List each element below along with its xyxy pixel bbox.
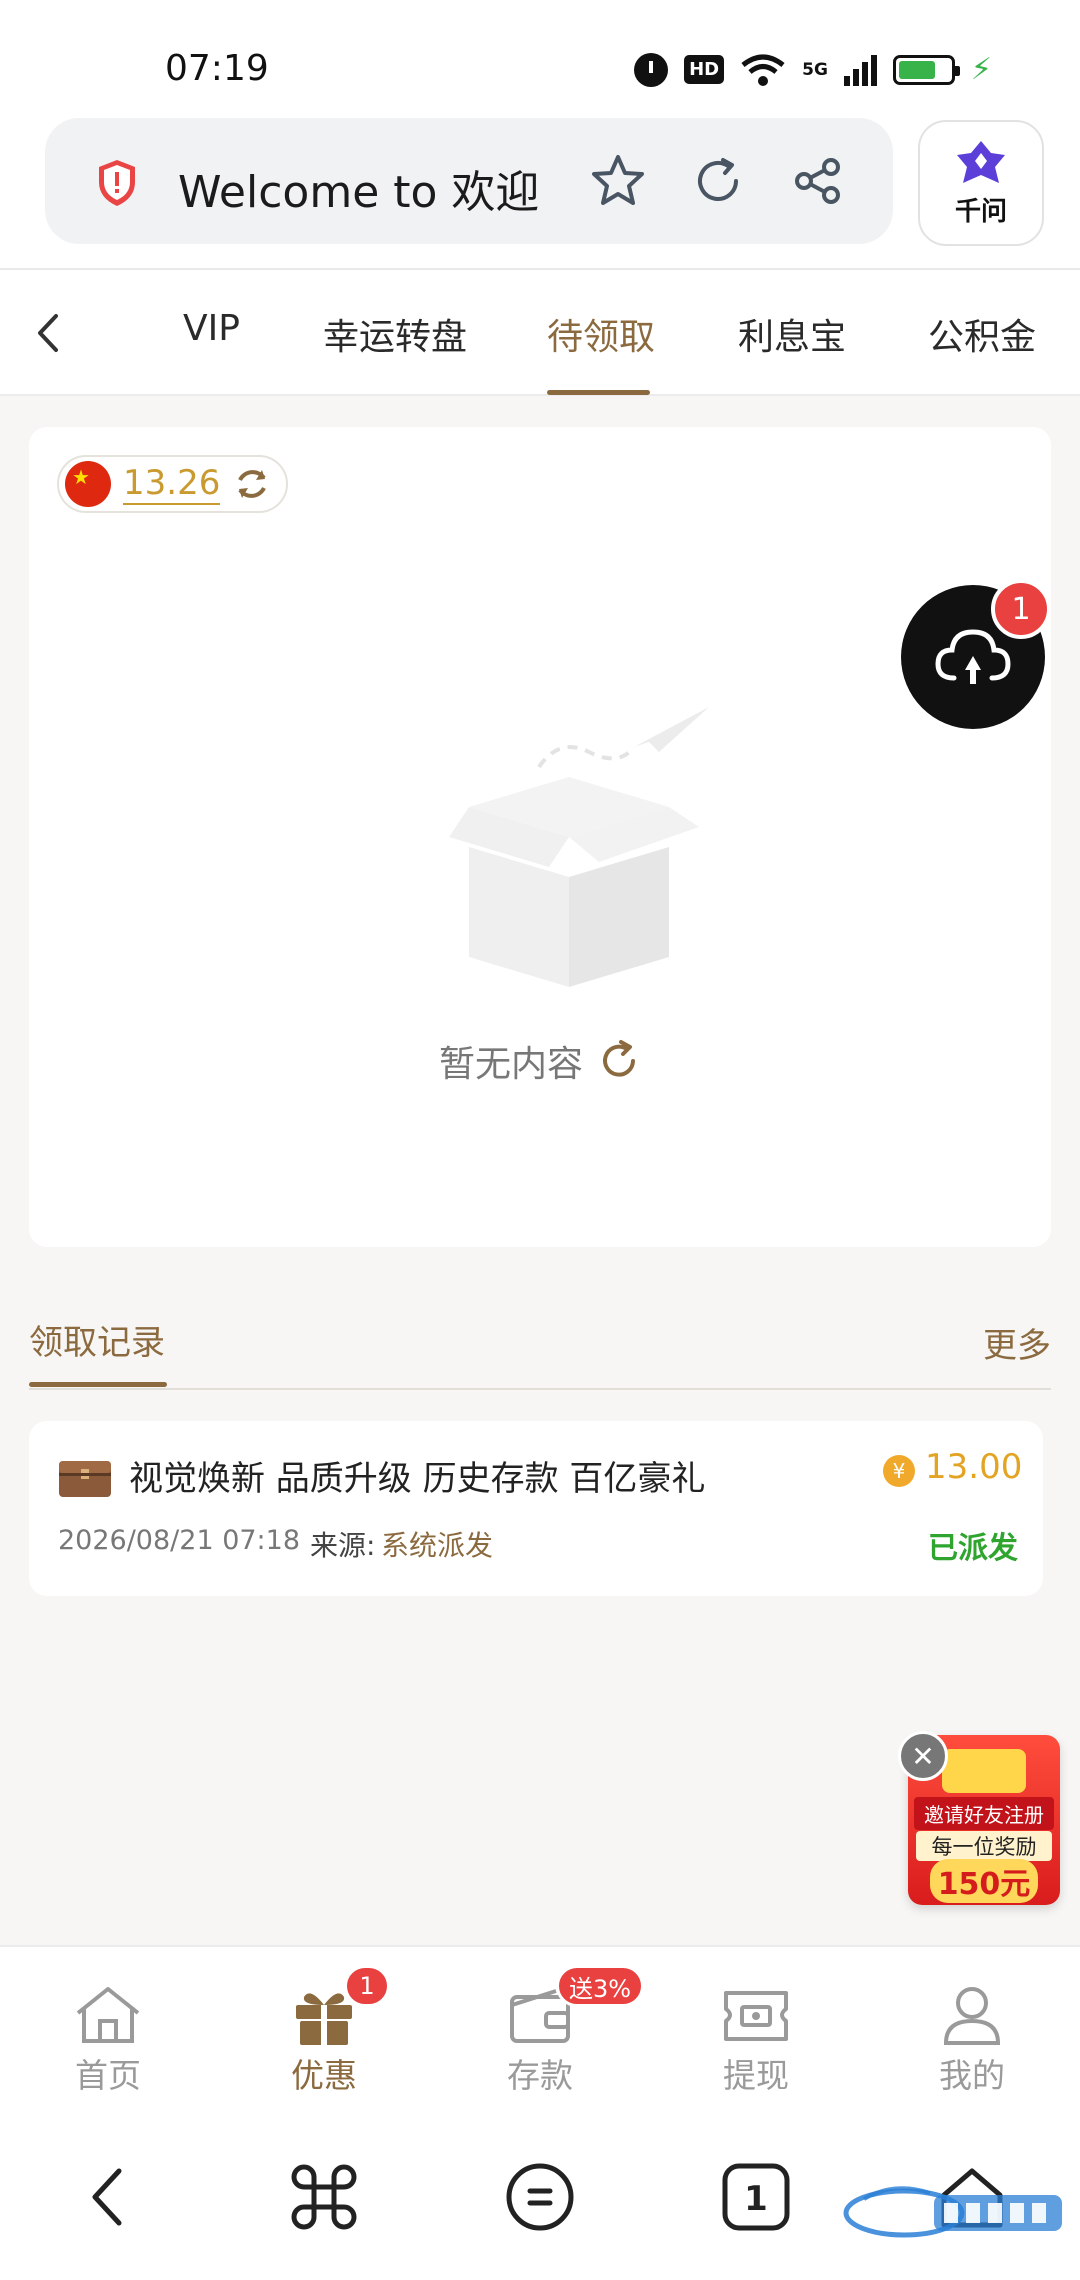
deposit-badge: 送3% bbox=[556, 1965, 645, 2007]
promo-line-1: 邀请好友注册 bbox=[914, 1797, 1054, 1830]
empty-text: 暂无内容 bbox=[438, 1044, 583, 1085]
records-underline bbox=[29, 1382, 167, 1387]
balance-chip[interactable]: 13.26 bbox=[57, 455, 289, 513]
address-bar[interactable]: Welcome to 欢迎 bbox=[45, 118, 893, 244]
nav-label-profile: 我的 bbox=[939, 2056, 1005, 2095]
star-icon bbox=[592, 155, 644, 205]
service-badge: 1 bbox=[991, 579, 1051, 639]
refresh-icon bbox=[698, 158, 738, 201]
hd-icon: HD bbox=[684, 55, 725, 84]
signal-icon bbox=[843, 54, 877, 86]
share-icon bbox=[795, 158, 840, 204]
share-button[interactable] bbox=[785, 148, 851, 214]
status-time: 07:19 bbox=[165, 48, 269, 89]
pending-card: 13.26 暂无内容 bbox=[29, 427, 1051, 1247]
alarm-icon bbox=[634, 52, 669, 87]
tab-vip[interactable]: VIP bbox=[183, 308, 240, 349]
back-icon bbox=[92, 2168, 122, 2226]
assistant-logo-icon bbox=[957, 140, 1005, 183]
active-tab-indicator bbox=[547, 390, 650, 395]
system-tabs-button[interactable]: 1 bbox=[716, 2157, 796, 2237]
empty-box-illustration bbox=[449, 707, 709, 987]
nav-label-deposit: 存款 bbox=[507, 2056, 573, 2095]
customer-service-button[interactable]: 1 bbox=[901, 579, 1051, 729]
nav-profile[interactable]: 我的 bbox=[864, 1947, 1080, 2127]
promo-line-2: 每一位奖励 bbox=[916, 1831, 1052, 1861]
balance-value: 13.26 bbox=[123, 463, 221, 505]
empty-state: 暂无内容 bbox=[29, 1035, 1051, 1087]
user-icon bbox=[943, 1987, 1001, 2045]
bookmark-button[interactable] bbox=[585, 148, 651, 214]
nav-label-withdraw: 提现 bbox=[723, 2056, 789, 2095]
coin-icon: ¥ bbox=[883, 1455, 915, 1487]
red-envelope-icon bbox=[942, 1749, 1026, 1793]
treasure-chest-icon bbox=[59, 1461, 111, 1497]
record-amount: 13.00 bbox=[925, 1447, 1023, 1487]
refresh-balance-icon[interactable] bbox=[232, 464, 272, 504]
reload-icon[interactable] bbox=[597, 1039, 641, 1083]
assistant-button[interactable]: 千问 bbox=[918, 120, 1044, 246]
network-type: 5G bbox=[802, 59, 828, 80]
home-icon bbox=[76, 1987, 140, 2043]
system-menu-button[interactable] bbox=[500, 2157, 580, 2237]
record-title: 视觉焕新 品质升级 历史存款 百亿豪礼 bbox=[129, 1459, 706, 1499]
battery-icon bbox=[892, 54, 960, 85]
menu-circle-icon bbox=[506, 2163, 574, 2231]
tabs-icon: 1 bbox=[722, 2163, 790, 2231]
nav-home[interactable]: 首页 bbox=[0, 1947, 216, 2127]
china-flag-icon bbox=[65, 461, 111, 507]
nav-deposit[interactable]: 存款 送3% bbox=[432, 1947, 648, 2127]
nav-promotions[interactable]: 优惠 1 bbox=[216, 1947, 432, 2127]
tab-interest[interactable]: 利息宝 bbox=[738, 308, 846, 360]
system-back-button[interactable] bbox=[68, 2157, 148, 2237]
category-tabs: VIP 幸运转盘 待领取 利息宝 公积金 bbox=[0, 268, 1080, 396]
promo-line-3: 150元 bbox=[930, 1859, 1038, 1903]
promotions-badge: 1 bbox=[344, 1965, 390, 2007]
wifi-icon bbox=[741, 54, 785, 86]
more-link[interactable]: 更多 bbox=[983, 1318, 1051, 1367]
record-source-label: 来源: bbox=[310, 1529, 376, 1562]
charging-icon: ⚡ bbox=[970, 52, 992, 87]
nav-label-home: 首页 bbox=[75, 2056, 141, 2095]
record-time: 2026/08/21 07:18 bbox=[58, 1525, 301, 1556]
withdraw-ticket-icon bbox=[724, 1991, 788, 2041]
system-command-button[interactable] bbox=[284, 2157, 364, 2237]
tab-pending[interactable]: 待领取 bbox=[547, 308, 655, 360]
reload-button[interactable] bbox=[685, 148, 751, 214]
record-status: 已派发 bbox=[928, 1531, 1018, 1566]
record-item[interactable]: 视觉焕新 品质升级 历史存款 百亿豪礼 ¥ 13.00 2026/08/21 0… bbox=[29, 1421, 1043, 1596]
back-arrow-icon[interactable] bbox=[28, 308, 68, 358]
status-bar: 07:19 HD 5G ⚡ bbox=[0, 0, 1080, 110]
tab-provident-fund[interactable]: 公积金 bbox=[928, 308, 1036, 360]
shield-icon[interactable] bbox=[95, 158, 139, 208]
tab-count: 1 bbox=[744, 2179, 768, 2219]
assistant-label: 千问 bbox=[954, 196, 1007, 227]
community-watermark-logo bbox=[843, 2186, 1062, 2238]
nav-withdraw[interactable]: 提现 bbox=[648, 1947, 864, 2127]
browser-bar: Welcome to 欢迎 千问 bbox=[0, 110, 1080, 268]
command-icon bbox=[291, 2164, 357, 2230]
records-divider bbox=[29, 1388, 1051, 1390]
page-title[interactable]: Welcome to 欢迎 bbox=[178, 156, 539, 220]
records-title[interactable]: 领取记录 bbox=[29, 1315, 165, 1364]
tab-lucky-wheel[interactable]: 幸运转盘 bbox=[323, 308, 467, 360]
close-promo-button[interactable]: ✕ bbox=[898, 1731, 948, 1781]
nav-label-promotions: 优惠 bbox=[291, 2056, 357, 2095]
status-icons: HD 5G ⚡ bbox=[634, 52, 992, 87]
bottom-nav: 首页 优惠 1 存款 送3% 提现 我的 bbox=[0, 1945, 1080, 2125]
record-source: 系统派发 bbox=[381, 1529, 494, 1562]
